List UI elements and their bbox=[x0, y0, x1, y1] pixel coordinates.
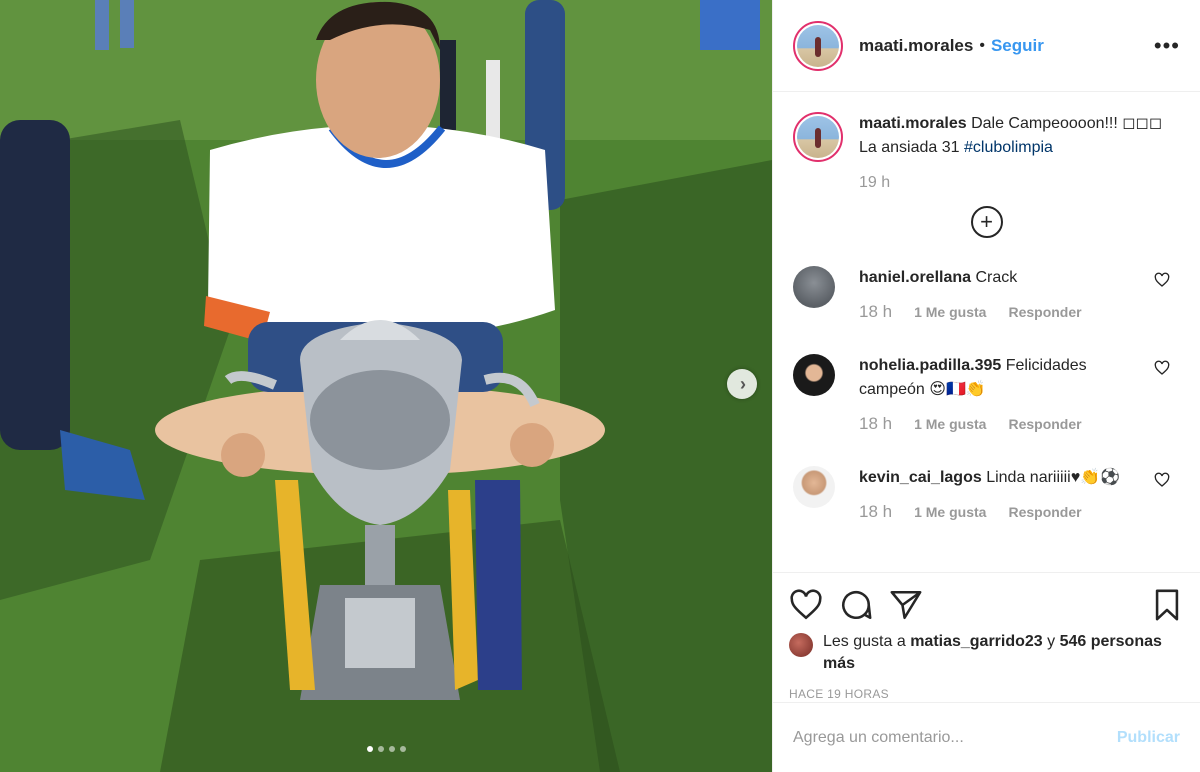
comment-icon[interactable] bbox=[839, 588, 873, 622]
reply-button[interactable]: Responder bbox=[1008, 412, 1081, 436]
liked-prefix: Les gusta a bbox=[823, 633, 906, 650]
comment-text: Crack bbox=[975, 269, 1018, 286]
comment-likes[interactable]: 1 Me gusta bbox=[914, 412, 986, 436]
post-photo[interactable]: › bbox=[0, 0, 772, 772]
chevron-right-icon: › bbox=[740, 374, 746, 394]
comment-list: haniel.orellana Crack 18 h 1 Me gusta Re… bbox=[793, 266, 1180, 524]
separator-dot: • bbox=[979, 36, 985, 54]
heart-icon[interactable] bbox=[789, 588, 823, 622]
caption-avatar[interactable] bbox=[793, 112, 843, 162]
reply-button[interactable]: Responder bbox=[1008, 300, 1081, 324]
paper-plane-icon[interactable] bbox=[889, 588, 923, 622]
comment-input[interactable] bbox=[793, 728, 1117, 747]
plus-circle-icon[interactable]: + bbox=[970, 206, 1003, 238]
commenter-avatar[interactable] bbox=[793, 466, 835, 508]
comment-item: haniel.orellana Crack 18 h 1 Me gusta Re… bbox=[793, 266, 1180, 324]
liker-avatar[interactable] bbox=[789, 633, 813, 657]
comment-username[interactable]: kevin_cai_lagos bbox=[859, 469, 982, 486]
post-timestamp: HACE 19 HORAS bbox=[789, 687, 889, 701]
liked-and: y bbox=[1047, 633, 1056, 650]
comment-time: 18 h bbox=[859, 502, 893, 521]
reply-button[interactable]: Responder bbox=[1008, 500, 1081, 524]
comment-likes[interactable]: 1 Me gusta bbox=[914, 300, 986, 324]
carousel-dot bbox=[399, 746, 406, 752]
caption-timestamp: 19 h bbox=[859, 174, 891, 191]
carousel-dot bbox=[366, 746, 373, 752]
carousel-next-button[interactable]: › bbox=[727, 369, 757, 399]
instagram-post-view: › maati.morales • Seguir ••• maati.moral… bbox=[0, 0, 1200, 772]
carousel-dot bbox=[388, 746, 395, 752]
heart-icon[interactable] bbox=[1154, 472, 1170, 488]
caption-text-block: maati.morales Dale Campeoooon!!! ◻◻◻ La … bbox=[859, 112, 1180, 162]
comment-item: nohelia.padilla.395 Felicidades campeón … bbox=[793, 354, 1180, 436]
comments-section[interactable]: maati.morales Dale Campeoooon!!! ◻◻◻ La … bbox=[773, 92, 1200, 572]
post-header: maati.morales • Seguir ••• bbox=[773, 0, 1200, 92]
comment-item: kevin_cai_lagos Linda nariiiii♥👏⚽ 18 h 1… bbox=[793, 466, 1180, 524]
comment-username[interactable]: nohelia.padilla.395 bbox=[859, 357, 1001, 374]
avatar-image bbox=[797, 116, 839, 158]
comment-time: 18 h bbox=[859, 414, 893, 433]
comment-likes[interactable]: 1 Me gusta bbox=[914, 500, 986, 524]
commenter-avatar[interactable] bbox=[793, 266, 835, 308]
avatar-image bbox=[797, 24, 839, 67]
comment-username[interactable]: haniel.orellana bbox=[859, 269, 971, 286]
heart-icon[interactable] bbox=[1154, 360, 1170, 376]
comment-time: 18 h bbox=[859, 302, 893, 321]
post-actions: Les gusta a matias_garrido23 y 546 perso… bbox=[773, 572, 1200, 702]
commenter-avatar[interactable] bbox=[793, 354, 835, 396]
comment-text: Linda nariiiii♥👏⚽ bbox=[986, 469, 1121, 486]
photo-scene bbox=[0, 0, 772, 772]
liked-user-link[interactable]: matias_garrido23 bbox=[910, 633, 1043, 650]
more-options-icon[interactable]: ••• bbox=[1154, 33, 1180, 59]
follow-button[interactable]: Seguir bbox=[991, 36, 1044, 56]
carousel-indicator bbox=[0, 746, 772, 752]
carousel-dot bbox=[377, 746, 384, 752]
author-avatar[interactable] bbox=[793, 20, 843, 71]
post-caption: maati.morales Dale Campeoooon!!! ◻◻◻ La … bbox=[793, 112, 1180, 162]
publish-button[interactable]: Publicar bbox=[1117, 729, 1180, 747]
bookmark-icon[interactable] bbox=[1150, 588, 1184, 622]
add-comment-bar: Publicar bbox=[773, 702, 1200, 772]
likes-summary: Les gusta a matias_garrido23 y 546 perso… bbox=[789, 631, 1184, 675]
action-bar bbox=[789, 587, 1184, 623]
heart-icon[interactable] bbox=[1154, 272, 1170, 288]
caption-username[interactable]: maati.morales bbox=[859, 115, 967, 132]
post-side-panel: maati.morales • Seguir ••• maati.morales… bbox=[772, 0, 1200, 772]
caption-hashtag[interactable]: #clubolimpia bbox=[964, 139, 1053, 156]
author-username[interactable]: maati.morales bbox=[859, 36, 973, 56]
